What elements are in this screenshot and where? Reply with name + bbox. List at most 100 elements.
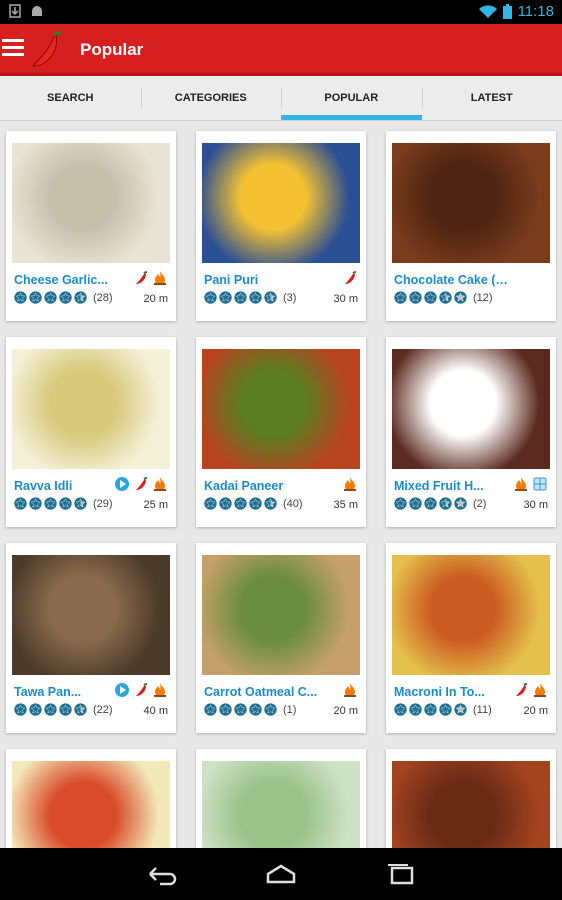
recipe-badges <box>342 270 358 286</box>
recipe-badges <box>114 476 168 492</box>
battery-icon <box>502 4 512 19</box>
rating-count: (40) <box>283 497 303 510</box>
recipe-card[interactable] <box>6 749 176 848</box>
video-icon <box>114 476 130 492</box>
rating-count: (2) <box>473 497 487 510</box>
recipe-name[interactable]: Carrot Oatmeal C... <box>204 685 320 699</box>
star-rating: (28) <box>14 291 113 304</box>
recipe-card[interactable]: Macroni In To... (11) 20 m <box>386 543 556 733</box>
rating-count: (28) <box>93 291 113 304</box>
recipe-name[interactable]: Pani Puri <box>204 273 320 287</box>
cook-time: 30 m <box>523 499 548 511</box>
recipe-badges <box>342 476 358 492</box>
recipe-name[interactable]: Chocolate Cake (egg... <box>394 273 510 287</box>
star-rating: (40) <box>204 497 303 510</box>
menu-icon[interactable] <box>2 39 24 59</box>
recipe-image[interactable] <box>12 555 170 675</box>
fire-icon <box>342 682 358 698</box>
cook-time: 25 m <box>143 499 168 511</box>
tab-latest[interactable]: LATEST <box>421 76 562 120</box>
recipe-card[interactable]: Tawa Pan... (22) 40 m <box>6 543 176 733</box>
recipe-image[interactable] <box>392 555 550 675</box>
star-icon <box>394 497 407 510</box>
recipe-name[interactable]: Cheese Garlic... <box>14 273 130 287</box>
recipe-name[interactable]: Ravva Idli <box>14 479 130 493</box>
chili-icon <box>133 682 149 698</box>
star-icon <box>59 291 72 304</box>
chili-icon <box>133 476 149 492</box>
recipe-card[interactable]: Cheese Garlic... (28) 20 m <box>6 131 176 321</box>
star-icon <box>454 291 467 304</box>
recent-apps-icon[interactable] <box>384 862 418 886</box>
star-icon <box>394 291 407 304</box>
star-icon <box>219 291 232 304</box>
star-icon <box>14 291 27 304</box>
recipe-badges <box>342 682 358 698</box>
star-icon <box>219 703 232 716</box>
home-icon[interactable] <box>264 862 298 886</box>
star-icon <box>249 703 262 716</box>
star-icon <box>204 497 217 510</box>
star-icon <box>219 497 232 510</box>
back-icon[interactable] <box>144 862 178 886</box>
star-rating: (29) <box>14 497 113 510</box>
recipe-badges <box>133 270 168 286</box>
star-icon <box>439 703 452 716</box>
recipe-card[interactable]: Pani Puri (3) 30 m <box>196 131 366 321</box>
rating-count: (11) <box>473 703 492 716</box>
chili-logo-icon[interactable] <box>28 30 66 70</box>
recipe-image[interactable] <box>392 143 550 263</box>
fire-icon <box>152 270 168 286</box>
recipe-card[interactable]: Ravva Idli (29) 25 m <box>6 337 176 527</box>
app-bar: Popular <box>0 24 562 76</box>
rating-count: (29) <box>93 497 113 510</box>
star-icon <box>29 703 42 716</box>
recipe-image[interactable] <box>12 349 170 469</box>
star-icon <box>14 703 27 716</box>
rating-count: (12) <box>473 291 493 304</box>
star-icon <box>424 291 437 304</box>
star-icon <box>44 291 57 304</box>
star-icon <box>74 703 87 716</box>
cook-time: 40 m <box>143 705 168 717</box>
recipe-badges <box>114 682 168 698</box>
chili-icon <box>133 270 149 286</box>
recipe-card[interactable]: Chocolate Cake (egg... (12) <box>386 131 556 321</box>
fire-icon <box>513 476 529 492</box>
recipe-image[interactable] <box>202 555 360 675</box>
recipe-image[interactable] <box>392 349 550 469</box>
star-icon <box>59 497 72 510</box>
recipe-image[interactable] <box>202 349 360 469</box>
star-icon <box>74 497 87 510</box>
recipe-name[interactable]: Tawa Pan... <box>14 685 130 699</box>
cook-time: 30 m <box>333 293 358 305</box>
recipe-card[interactable]: Kadai Paneer (40) 35 m <box>196 337 366 527</box>
cook-time: 35 m <box>333 499 358 511</box>
star-icon <box>204 291 217 304</box>
star-rating: (3) <box>204 291 296 304</box>
recipe-image[interactable] <box>12 143 170 263</box>
rating-count: (1) <box>283 703 297 716</box>
recipe-name[interactable]: Kadai Paneer <box>204 479 320 493</box>
recipe-card[interactable] <box>196 749 366 848</box>
star-icon <box>74 291 87 304</box>
tab-categories[interactable]: CATEGORIES <box>140 76 282 120</box>
recipe-badges <box>513 476 548 492</box>
star-icon <box>264 291 277 304</box>
recipe-card[interactable] <box>386 749 556 848</box>
recipe-card[interactable]: Mixed Fruit H... (2) 30 m <box>386 337 556 527</box>
recipe-image[interactable] <box>12 761 170 848</box>
status-bar: 11:18 <box>0 0 562 24</box>
recipe-name[interactable]: Macroni In To... <box>394 685 510 699</box>
star-icon <box>249 497 262 510</box>
tab-search[interactable]: SEARCH <box>0 76 141 120</box>
tab-popular[interactable]: POPULAR <box>281 76 422 120</box>
star-icon <box>454 497 467 510</box>
recipe-image[interactable] <box>392 761 550 848</box>
chili-icon <box>342 270 358 286</box>
recipe-image[interactable] <box>202 143 360 263</box>
recipe-image[interactable] <box>202 761 360 848</box>
recipe-name[interactable]: Mixed Fruit H... <box>394 479 510 493</box>
star-icon <box>424 703 437 716</box>
recipe-card[interactable]: Carrot Oatmeal C... (1) 20 m <box>196 543 366 733</box>
